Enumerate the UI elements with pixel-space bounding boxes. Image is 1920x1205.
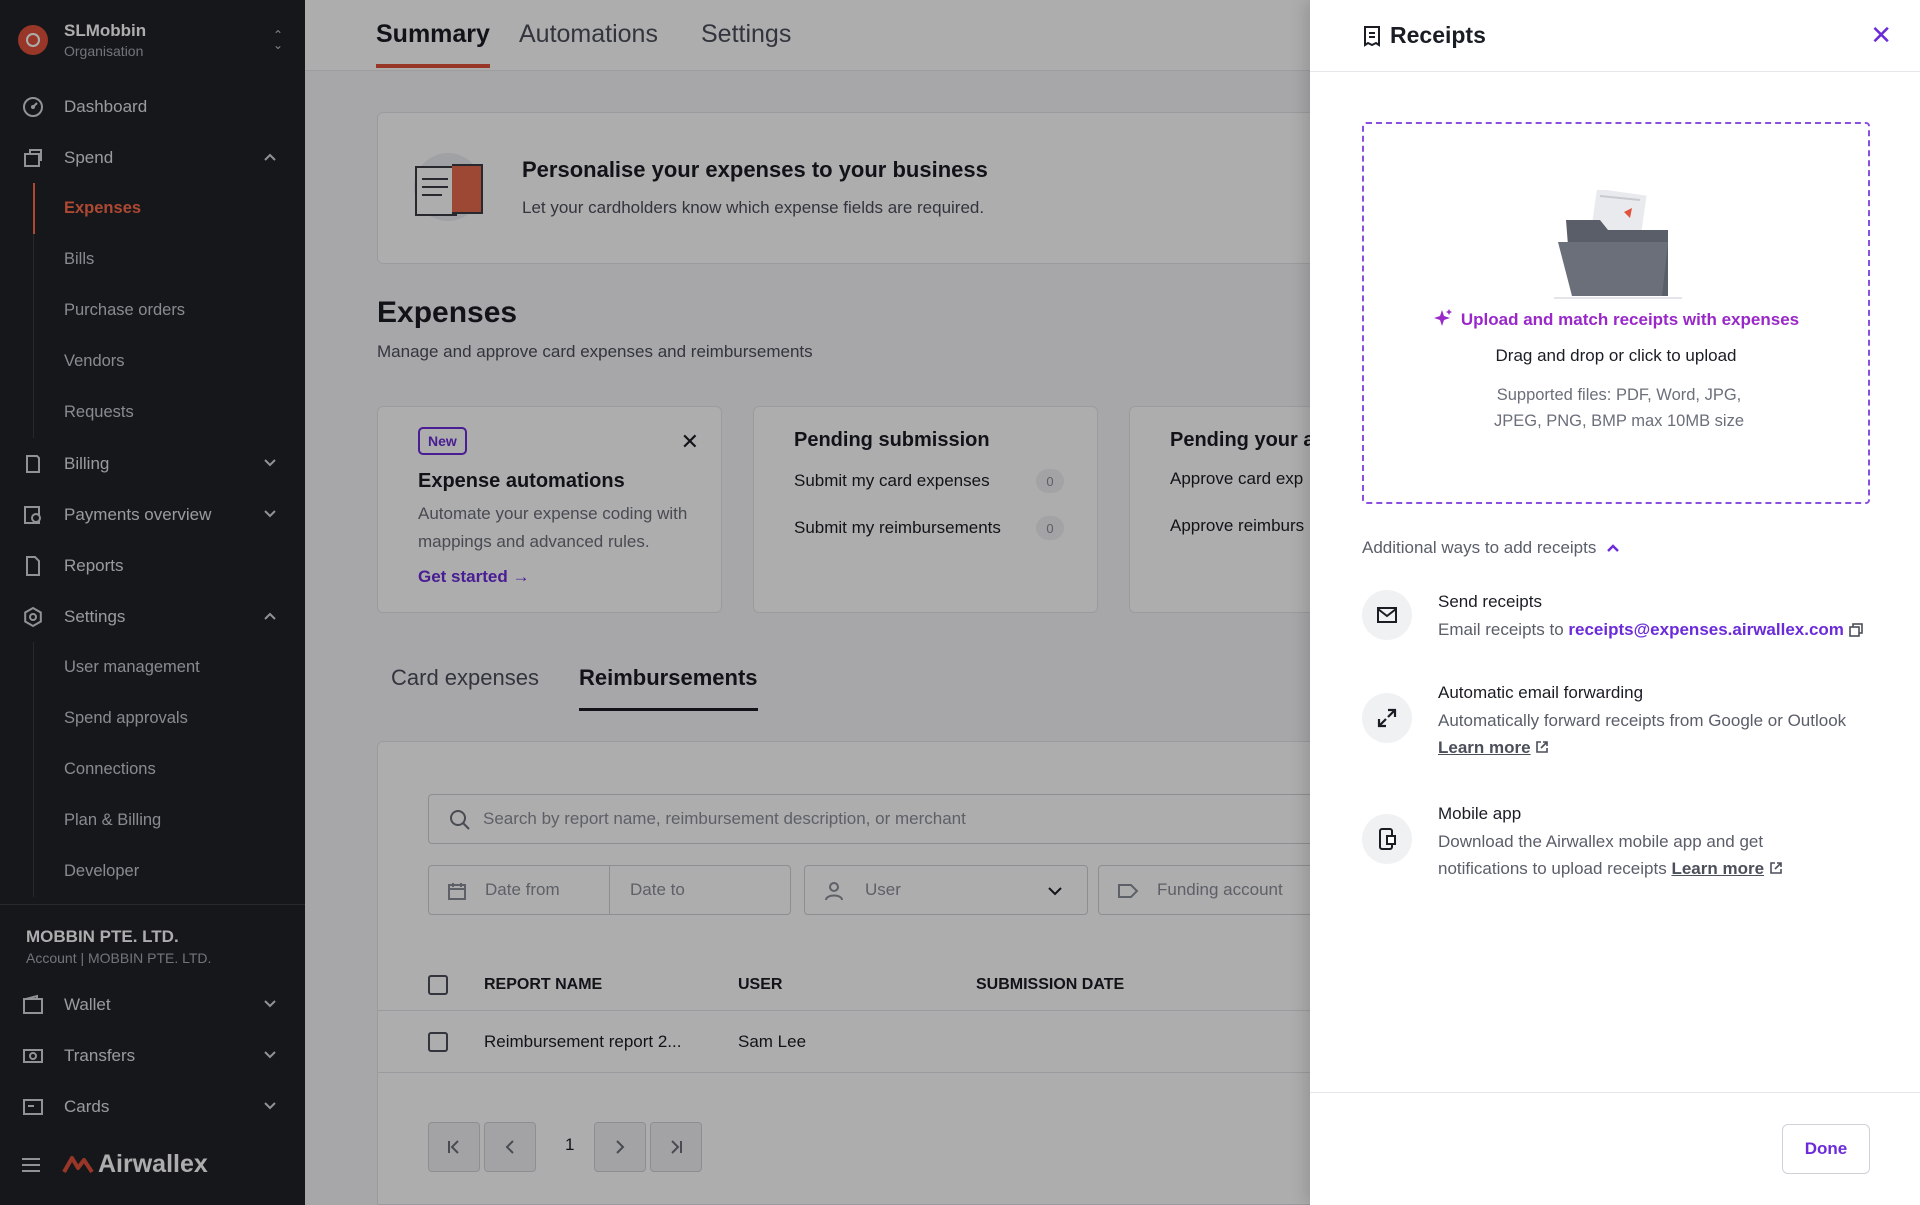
receipts-drawer: Receipts ✕ Upload and match receipts wit… <box>1310 0 1920 1205</box>
folder-icon <box>1554 190 1682 299</box>
mobile-app-option: Mobile app Download the Airwallex mobile… <box>1362 804 1882 894</box>
mobile-app-title: Mobile app <box>1438 804 1522 823</box>
copy-icon[interactable] <box>1848 623 1863 637</box>
email-forwarding-text: Automatically forward receipts from Goog… <box>1438 707 1878 761</box>
close-drawer-button[interactable]: ✕ <box>1870 22 1892 48</box>
drag-hint: Drag and drop or click to upload <box>1495 346 1737 365</box>
email-forwarding-desc: Automatically forward receipts from Goog… <box>1438 711 1847 730</box>
drawer-title-text: Receipts <box>1390 22 1486 48</box>
additional-ways-label: Additional ways to add receipts <box>1362 538 1597 557</box>
drawer-title: Receipts <box>1362 22 1486 49</box>
send-receipts-prefix: Email receipts to <box>1438 620 1564 639</box>
external-link-icon <box>1536 741 1549 753</box>
learn-more-link[interactable]: Learn more <box>1438 738 1531 757</box>
mobile-upload-icon <box>1362 814 1412 864</box>
learn-more-link[interactable]: Learn more <box>1671 859 1764 878</box>
modal-overlay[interactable] <box>0 0 1310 1205</box>
send-receipts-text: Email receipts to receipts@expenses.airw… <box>1438 616 1878 643</box>
drawer-footer-divider <box>1310 1092 1920 1093</box>
email-forwarding-option: Automatic email forwarding Automatically… <box>1362 683 1882 773</box>
receipts-email-link[interactable]: receipts@expenses.airwallex.com <box>1568 620 1844 639</box>
send-receipts-title: Send receipts <box>1438 592 1542 611</box>
additional-ways-toggle[interactable]: Additional ways to add receipts <box>1362 538 1620 558</box>
chevron-up-icon <box>1607 544 1620 552</box>
supported-files: Supported files: PDF, Word, JPG, JPEG, P… <box>1493 386 1744 430</box>
mobile-app-text: Download the Airwallex mobile app and ge… <box>1438 828 1818 882</box>
upload-dropzone[interactable]: Upload and match receipts with expenses … <box>1362 122 1870 504</box>
done-button[interactable]: Done <box>1782 1124 1870 1174</box>
email-forwarding-title: Automatic email forwarding <box>1438 683 1644 702</box>
send-receipts-option: Send receipts Email receipts to receipts… <box>1362 588 1882 658</box>
sparkle-icon <box>1433 309 1452 326</box>
external-link-icon <box>1769 862 1782 874</box>
upload-cta-text: Upload and match receipts with expenses <box>1460 310 1800 329</box>
upload-cta[interactable]: Upload and match receipts with expenses <box>1364 308 1868 330</box>
forward-arrows-icon <box>1362 693 1412 743</box>
drawer-header: Receipts ✕ <box>1310 0 1920 72</box>
mail-icon <box>1362 590 1412 640</box>
receipt-icon <box>1364 25 1380 47</box>
